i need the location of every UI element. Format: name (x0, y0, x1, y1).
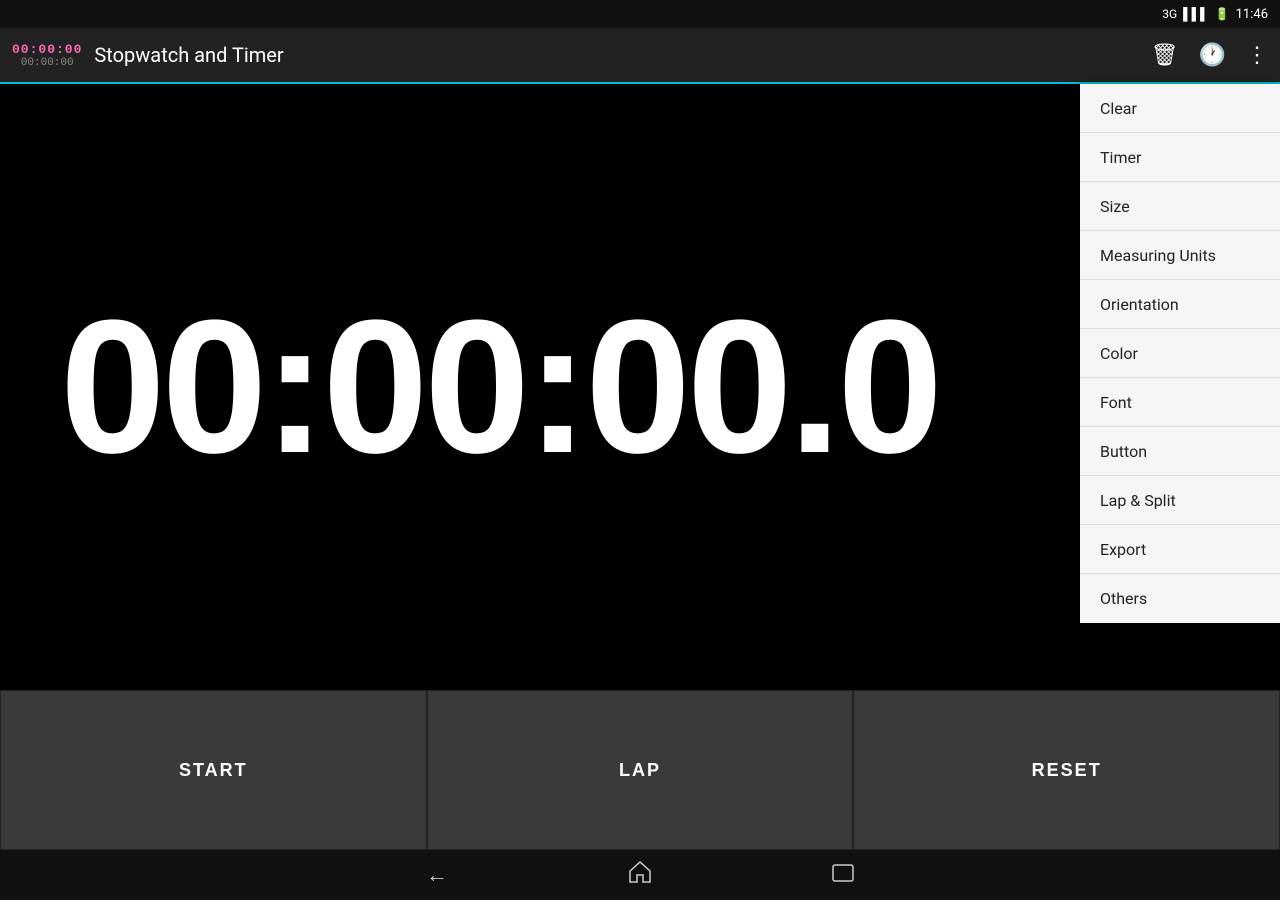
lap-button[interactable]: LAP (427, 690, 854, 850)
menu-item-clear[interactable]: Clear (1080, 84, 1280, 133)
back-icon[interactable]: ← (426, 862, 448, 888)
menu-item-button[interactable]: Button (1080, 427, 1280, 476)
signal-icon: ▌▌▌ (1183, 7, 1209, 21)
menu-item-size[interactable]: Size (1080, 182, 1280, 231)
menu-item-export[interactable]: Export (1080, 525, 1280, 574)
bottom-buttons: START LAP RESET (0, 690, 1280, 850)
menu-item-measuring-units[interactable]: Measuring Units (1080, 231, 1280, 280)
menu-item-orientation[interactable]: Orientation (1080, 280, 1280, 329)
toolbar-icons: 🗑 🕐 ⋮ (1151, 43, 1268, 68)
start-button[interactable]: START (0, 690, 427, 850)
clock: 11:46 (1236, 7, 1268, 22)
battery-icon: 🔋 (1215, 7, 1230, 21)
timer-display: 00:00:00.0 (0, 292, 939, 482)
menu-item-others[interactable]: Others (1080, 574, 1280, 623)
small-stopwatch-display-1: 00:00:00 (12, 42, 82, 57)
small-stopwatch-display-2: 00:00:00 (21, 57, 74, 69)
network-icon: 3G (1162, 7, 1177, 21)
delete-icon[interactable]: 🗑 (1151, 43, 1179, 68)
app-title: Stopwatch and Timer (94, 43, 1150, 67)
more-options-icon[interactable]: ⋮ (1246, 43, 1268, 68)
status-bar: 3G ▌▌▌ 🔋 11:46 (0, 0, 1280, 28)
history-icon[interactable]: 🕐 (1199, 43, 1226, 68)
title-bar: 00:00:00 00:00:00 Stopwatch and Timer 🗑 … (0, 28, 1280, 84)
menu-item-timer[interactable]: Timer (1080, 133, 1280, 182)
menu-item-color[interactable]: Color (1080, 329, 1280, 378)
menu-item-lap-split[interactable]: Lap & Split (1080, 476, 1280, 525)
home-icon[interactable] (628, 861, 652, 889)
reset-button[interactable]: RESET (853, 690, 1280, 850)
recents-icon[interactable] (832, 863, 854, 888)
menu-item-font[interactable]: Font (1080, 378, 1280, 427)
dropdown-menu: ClearTimerSizeMeasuring UnitsOrientation… (1080, 84, 1280, 623)
nav-bar: ← (0, 850, 1280, 900)
app-icon-area: 00:00:00 00:00:00 (12, 42, 82, 69)
